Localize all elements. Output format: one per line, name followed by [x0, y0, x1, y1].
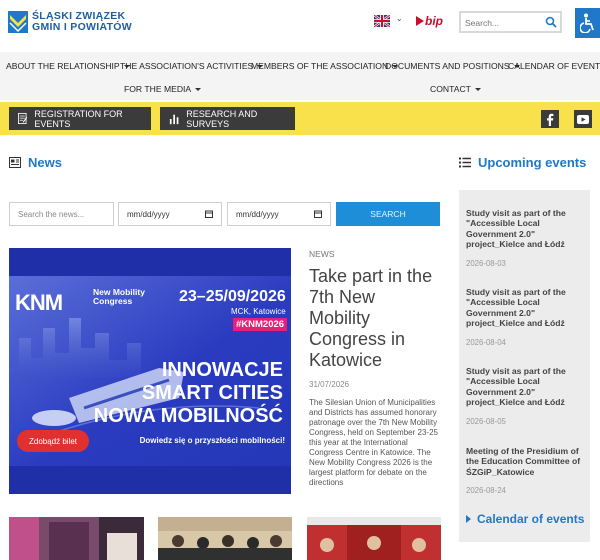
uk-flag-icon[interactable]: [374, 15, 390, 27]
nav-item-calendar[interactable]: CALENDAR OF EVENTS: [508, 61, 600, 71]
accessibility-button[interactable]: [575, 8, 600, 38]
research-button[interactable]: RESEARCH AND SURVEYS: [160, 107, 295, 130]
nav-item-label: CALENDAR OF EVENTS: [508, 61, 600, 71]
event-date: 2026-08-03: [466, 258, 506, 268]
featured-category: NEWS: [309, 249, 335, 259]
main-nav: ABOUT THE RELATIONSHIP THE ASSOCIATION'S…: [0, 52, 600, 100]
banner-venue: MCK, Katowice: [231, 307, 286, 316]
event-title: Study visit as part of the "Accessible L…: [466, 208, 566, 250]
bar-chart-icon: [169, 114, 179, 124]
calendar-icon[interactable]: [205, 210, 213, 218]
nav-item-label: CONTACT: [430, 84, 471, 94]
logo-text: ŚLĄSKI ZWIĄZEK GMIN I POWIATÓW: [32, 11, 132, 33]
banner-dates: 23–25/09/2026: [179, 288, 286, 305]
logo-line-2: GMIN I POWIATÓW: [32, 21, 132, 33]
event-title: Study visit as part of the "Accessible L…: [466, 287, 566, 329]
event-date: 2026-08-24: [466, 486, 506, 496]
date-to-field[interactable]: mm/dd/yyyy: [227, 202, 331, 226]
youtube-link[interactable]: [574, 110, 592, 128]
action-bar: REGISTRATION FOR EVENTS RESEARCH AND SUR…: [0, 102, 600, 135]
nav-item-label: DOCUMENTS AND POSITIONS: [385, 61, 510, 71]
event-title: Meeting of the Presidium of the Educatio…: [466, 446, 581, 477]
news-thumbnail-3[interactable]: [307, 517, 441, 560]
caret-down-icon: [474, 88, 481, 92]
featured-date: 31/07/2026: [309, 380, 350, 389]
banner-ticket-button[interactable]: Zdobądź bilet: [17, 430, 90, 452]
bip-link[interactable]: bip: [416, 14, 443, 28]
banner-hashtag: #KNM2026: [233, 318, 288, 331]
nav-item-media[interactable]: FOR THE MEDIA: [124, 84, 202, 94]
event-date: 2026-08-05: [466, 416, 506, 426]
nav-item-label: FOR THE MEDIA: [124, 84, 192, 94]
chevron-right-icon: [466, 515, 471, 523]
banner-tagline: Dowiedz się o przyszłości mobilności!: [139, 436, 285, 445]
news-search-placeholder: Search the news...: [18, 209, 85, 219]
logo-mark-icon: [8, 11, 28, 33]
nav-item-about[interactable]: ABOUT THE RELATIONSHIP: [6, 61, 130, 71]
nav-item-label: ABOUT THE RELATIONSHIP: [6, 61, 120, 71]
youtube-icon: [577, 114, 589, 124]
date-from-value: mm/dd/yyyy: [127, 209, 170, 219]
nav-item-documents[interactable]: DOCUMENTS AND POSITIONS: [385, 61, 520, 71]
upcoming-events-heading: Upcoming events: [459, 155, 586, 170]
nav-item-activities[interactable]: THE ASSOCIATION'S ACTIVITIES: [120, 61, 264, 71]
event-item[interactable]: Study visit as part of the "Accessible L…: [466, 287, 584, 347]
calendar-icon[interactable]: [314, 210, 322, 218]
featured-news-image[interactable]: KNM New Mobility Congress 23–25/09/2026 …: [9, 248, 291, 494]
nav-item-label: MEMBERS OF THE ASSOCIATION: [251, 61, 389, 71]
news-search-button-label: SEARCH: [370, 209, 406, 219]
thumbnail-photo: [307, 517, 441, 560]
registration-label: REGISTRATION FOR EVENTS: [34, 108, 123, 129]
thumbnail-photo: [158, 517, 292, 560]
date-from-field[interactable]: mm/dd/yyyy: [118, 202, 222, 226]
site-search-input[interactable]: [461, 14, 541, 32]
facebook-icon: [547, 113, 554, 126]
site-search: [459, 11, 562, 33]
nav-item-members[interactable]: MEMBERS OF THE ASSOCIATION: [251, 61, 399, 71]
news-heading: News: [9, 155, 62, 170]
thumbnail-photo: [9, 517, 144, 560]
news-search-button[interactable]: SEARCH: [336, 202, 440, 226]
knm-logo: KNM: [15, 290, 63, 315]
event-title: Study visit as part of the "Accessible L…: [466, 366, 566, 408]
event-item[interactable]: Study visit as part of the "Accessible L…: [466, 208, 584, 268]
site-header: ŚLĄSKI ZWIĄZEK GMIN I POWIATÓW ⌄ bip: [0, 0, 600, 52]
newspaper-icon: [9, 157, 21, 168]
facebook-link[interactable]: [541, 110, 559, 128]
featured-title[interactable]: Take part in the 7th New Mobility Congre…: [309, 266, 439, 371]
news-thumbnail-2[interactable]: [158, 517, 292, 560]
page: ŚLĄSKI ZWIĄZEK GMIN I POWIATÓW ⌄ bip Sea…: [0, 0, 600, 560]
upcoming-events-panel: Study visit as part of the "Accessible L…: [459, 190, 590, 542]
search-icon[interactable]: [545, 16, 557, 28]
event-item[interactable]: Study visit as part of the "Accessible L…: [466, 366, 584, 426]
news-search-input[interactable]: Search the news...: [9, 202, 114, 226]
nav-item-label: THE ASSOCIATION'S ACTIVITIES: [120, 61, 254, 71]
form-icon: [18, 112, 28, 125]
bip-icon: [416, 16, 424, 26]
banner-line-2: SMART CITIES: [141, 382, 283, 404]
site-logo[interactable]: ŚLĄSKI ZWIĄZEK GMIN I POWIATÓW: [8, 11, 132, 33]
news-thumbnail-1[interactable]: [9, 517, 144, 560]
banner-line-3: NOWA MOBILNOŚĆ: [93, 405, 283, 427]
banner-event-name: New Mobility Congress: [93, 287, 145, 306]
calendar-link-label: Calendar of events: [477, 512, 585, 526]
bip-label: bip: [425, 14, 443, 28]
banner-line-1: INNOWACJE: [161, 359, 283, 381]
registration-button[interactable]: REGISTRATION FOR EVENTS: [9, 107, 151, 130]
wheelchair-icon: [579, 13, 594, 33]
chevron-down-icon[interactable]: ⌄: [396, 14, 403, 23]
upcoming-events-label: Upcoming events: [478, 155, 587, 170]
caret-down-icon: [195, 88, 202, 92]
featured-excerpt: The Silesian Union of Municipalities and…: [309, 398, 438, 487]
research-label: RESEARCH AND SURVEYS: [186, 108, 258, 129]
calendar-of-events-link[interactable]: Calendar of events: [466, 512, 584, 526]
list-icon: [459, 157, 471, 168]
date-to-value: mm/dd/yyyy: [236, 209, 279, 219]
event-date: 2026-08-04: [466, 337, 506, 347]
news-heading-label: News: [28, 155, 62, 170]
event-item[interactable]: Meeting of the Presidium of the Educatio…: [466, 446, 584, 495]
nav-item-contact[interactable]: CONTACT: [430, 84, 481, 94]
